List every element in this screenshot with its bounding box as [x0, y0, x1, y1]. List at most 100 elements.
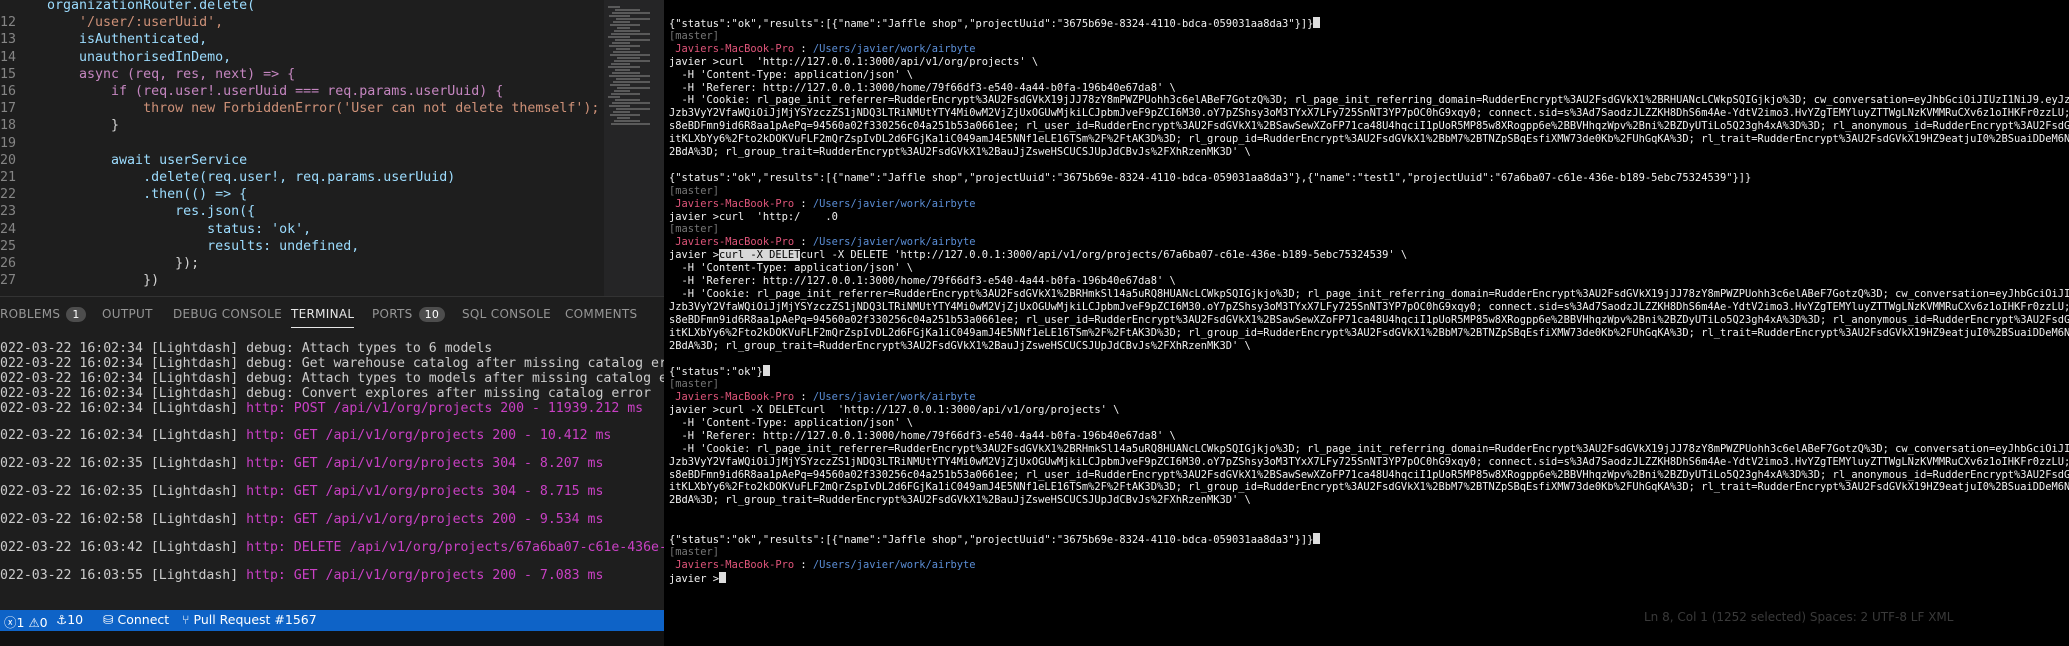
log-prefix: 022-03-22 16:02:34 [Lightdash] debug: Ge… [0, 356, 664, 371]
minimap-line [610, 24, 640, 26]
ports-status[interactable]: ⚓10 [56, 612, 83, 627]
code-line: 26 }); [0, 254, 600, 273]
code-line: 14 unauthorisedInDemo, [0, 48, 600, 67]
code-text: status: 'ok', [47, 221, 312, 237]
terminal-text: -H 'Referer: http://127.0.0.1:3000/home/… [669, 81, 1176, 94]
terminal-line: 022-03-22 16:02:34 [Lightdash] debug: At… [0, 341, 492, 357]
minimap-line [612, 12, 650, 14]
tab-label: DEBUG CONSOLE [173, 307, 282, 321]
prompt-path: /Users/javier/work/airbyte [812, 42, 976, 55]
terminal-text: [master] [669, 378, 720, 391]
minimap-line [615, 69, 630, 71]
prompt-path: /Users/javier/work/airbyte [812, 197, 976, 210]
terminal-line: Jzb3VyY2VfaWQiOiJjMjYSYzczZS1jNDQ3LTRiNM… [669, 301, 2069, 314]
tab-debug-console[interactable]: DEBUG CONSOLE [173, 307, 282, 321]
code-line: 24 status: 'ok', [0, 220, 600, 239]
terminal-text: -H 'Content-Type: application/json' \ [669, 68, 913, 81]
terminal-line: 022-03-22 16:03:55 [Lightdash] http: GET… [0, 568, 603, 584]
terminal-line: {"status":"ok"} [669, 365, 770, 378]
code-line: 18 } [0, 116, 600, 135]
code-text: .then(() => { [47, 187, 248, 203]
prompt-host: Javiers-MacBook-Pro [675, 197, 795, 210]
code-text: if (req.user!.userUuid === req.params.us… [47, 84, 504, 99]
minimap-line [615, 39, 650, 41]
tab-label: PORTS [372, 307, 413, 321]
connect-status[interactable]: ⛁ Connect [103, 612, 169, 627]
minimap-line [611, 123, 650, 125]
code-editor[interactable]: organizationRouter.delete(12 '/user/:use… [0, 0, 664, 296]
selected-text: curl -X DELET [719, 249, 801, 262]
terminal-cursor [719, 571, 727, 583]
minimap-line [616, 48, 630, 50]
minimap-line [614, 60, 650, 62]
minimap-line [609, 15, 630, 17]
code-line: 13 isAuthenticated, [0, 30, 600, 49]
terminal-text: itKLXbYy6%2Fto2kDOKVuFLF2mQrZspIvDL2d6FG… [669, 326, 2069, 339]
line-number: 15 [0, 66, 17, 82]
minimap-line [609, 45, 640, 47]
terminal-text: javier > [669, 572, 720, 585]
terminal-text: javier >curl 'http:/ .0 [669, 210, 838, 223]
terminal-text: {"status":"ok","results":[{"name":"Jaffl… [669, 171, 1752, 184]
line-number: 16 [0, 84, 17, 99]
tab-label: ROBLEMS [0, 307, 61, 321]
terminal-line: [master] [669, 546, 719, 559]
code-line: 15 async (req, res, next) => { [0, 65, 600, 84]
terminal-line: s8eBDFmn9id6R8aa1pAePq=94560a02f330256c0… [669, 120, 2069, 133]
minimap-line [613, 51, 640, 53]
terminal-line: 2BdA%3D; rl_group_trait=RudderEncrypt%3A… [669, 146, 1251, 159]
prompt-path: /Users/javier/work/airbyte [812, 558, 976, 571]
code-text: throw new ForbiddenError('User can not d… [47, 101, 600, 117]
prompt-host: Javiers-MacBook-Pro [675, 391, 795, 404]
minimap-line [617, 27, 630, 29]
terminal-text: 2BdA%3D; rl_group_trait=RudderEncrypt%3A… [669, 494, 1251, 507]
minimap-line [612, 42, 630, 44]
terminal-text: s8eBDFmn9id6R8aa1pAePq=94560a02f330256c0… [669, 120, 2069, 133]
terminal-line: Javiers-MacBook-Pro : /Users/javier/work… [675, 42, 976, 55]
line-number: 27 [0, 273, 17, 289]
code-line: 23 res.json({ [0, 202, 600, 221]
terminal-line: 2BdA%3D; rl_group_trait=RudderEncrypt%3A… [669, 494, 1251, 507]
terminal-line: javier > [669, 571, 727, 585]
tab-badge: 10 [418, 307, 446, 322]
minimap-line [615, 9, 640, 11]
code-text: .delete(req.user!, req.params.userUuid) [47, 170, 456, 185]
pull-request-icon: ⑂ [182, 612, 190, 627]
terminal-text: itKLXbYy6%2Fto2kDOKVuFLF2mQrZspIvDL2d6FG… [669, 133, 2069, 146]
code-line: 27 }) [0, 271, 600, 290]
http-log: http: GET /api/v1/org/projects 304 - 8.2… [246, 456, 604, 471]
tab-terminal[interactable]: TERMINAL [291, 307, 355, 328]
line-number: 19 [0, 135, 17, 151]
tab-comments[interactable]: COMMENTS [565, 307, 637, 321]
terminal-text: {"status":"ok"} [669, 366, 763, 379]
prompt-path: /Users/javier/work/airbyte [812, 391, 976, 404]
terminal-line: Jzb3VyY2VfaWQiOiJjMjYSYzczZS1jNDQ3LTRiNM… [669, 456, 2069, 469]
ports-icon: ⚓ [56, 612, 68, 627]
pull-request-status[interactable]: ⑂ Pull Request #1567 [182, 612, 317, 627]
tab-sql-console[interactable]: SQL CONSOLE [462, 307, 551, 321]
terminal-line: [master] [669, 378, 719, 391]
macos-terminal[interactable]: Ln 8, Col 1 (1252 selected) Spaces: 2 UT… [664, 0, 2069, 646]
minimap[interactable] [604, 0, 664, 296]
log-prefix: 022-03-22 16:02:35 [Lightdash] [0, 456, 247, 471]
minimap-line [617, 57, 640, 59]
error-icon: ⓧ [4, 615, 17, 630]
tab-ports[interactable]: PORTS 10 [372, 307, 446, 322]
minimap-line [608, 36, 630, 38]
problems-status[interactable]: ⓧ1 ⚠0 [4, 612, 48, 631]
terminal-text: -H 'Referer: http://127.0.0.1:3000/home/… [669, 429, 1176, 442]
terminal-text: Jzb3VyY2VfaWQiOiJjMjYSYzczZS1jNDQ3LTRiNM… [669, 455, 2069, 468]
minimap-line [608, 6, 620, 8]
tab-output[interactable]: OUTPUT [102, 307, 153, 321]
http-log: http: GET /api/v1/org/projects 200 - 7.0… [246, 568, 604, 583]
line-number: 18 [0, 118, 17, 134]
terminal-line: -H 'Content-Type: application/json' \ [669, 262, 913, 275]
terminal-text: [master] [669, 223, 720, 236]
log-prefix: 022-03-22 16:02:35 [Lightdash] [0, 484, 247, 499]
http-log: http: GET /api/v1/org/projects 304 - 8.7… [246, 484, 604, 499]
minimap-line [616, 108, 650, 110]
terminal-line: Javiers-MacBook-Pro : /Users/javier/work… [675, 391, 976, 404]
terminal-text: [master] [669, 545, 720, 558]
terminal-line: javier >curl 'http:/ .0 [669, 211, 838, 224]
tab-roblems[interactable]: ROBLEMS 1 [0, 307, 86, 322]
